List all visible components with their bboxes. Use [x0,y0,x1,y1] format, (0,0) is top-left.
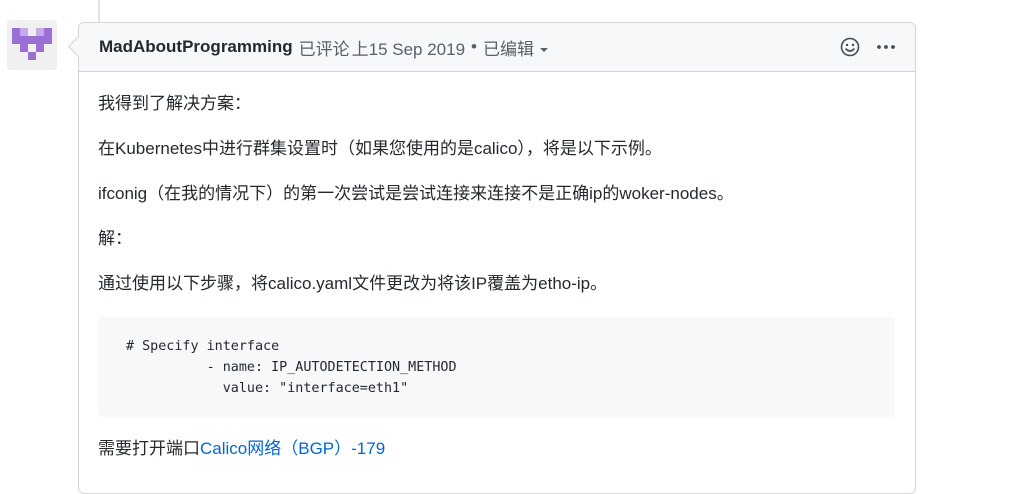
comment-box: MadAboutProgramming 已评论 上15 Sep 2019 • 已… [78,22,916,494]
identicon-avatar-icon [12,28,52,60]
kebab-icon[interactable] [875,36,897,58]
paragraph: 我得到了解决方案： [98,94,251,113]
comment-action: 已评论 [298,39,350,59]
paragraph: ifconig（在我的情况下）的第一次尝试是尝试连接来连接不是正确ip的woke… [98,184,734,203]
header-separator: • [471,37,477,56]
code-block: # Specify interface - name: IP_AUTODETEC… [98,317,895,417]
paragraph: 在Kubernetes中进行群集设置时（如果您使用的是calico），将是以下示… [98,139,662,158]
paragraph: 需要打开端口Calico网络（BGP）-179 [98,437,895,461]
comment-body: 我得到了解决方案： 在Kubernetes中进行群集设置时（如果您使用的是cal… [79,72,915,461]
smiley-icon[interactable] [839,36,861,58]
header-actions [839,23,897,71]
caret-down-icon [539,48,548,53]
comment-header: MadAboutProgramming 已评论 上15 Sep 2019 • 已… [79,23,915,72]
edited-label: 已编辑 [482,39,534,59]
calico-network-link[interactable]: Calico网络（BGP）-179 [200,439,385,458]
port-text: 需要打开端口 [98,439,200,458]
code-line: # Specify interface [126,339,280,354]
timeline-line [98,0,100,22]
paragraph: 解： [98,229,132,248]
avatar[interactable] [7,20,57,70]
code-line: value: "interface=eth1" [126,381,409,396]
paragraph: 通过使用以下步骤，将calico.yaml文件更改为将该IP覆盖为etho-ip… [98,274,608,293]
code-line: - name: IP_AUTODETECTION_METHOD [126,360,457,375]
comment-date[interactable]: 上15 Sep 2019 [352,35,465,60]
edited-menu[interactable]: 已编辑 [483,35,548,60]
author-name[interactable]: MadAboutProgramming [99,37,293,57]
